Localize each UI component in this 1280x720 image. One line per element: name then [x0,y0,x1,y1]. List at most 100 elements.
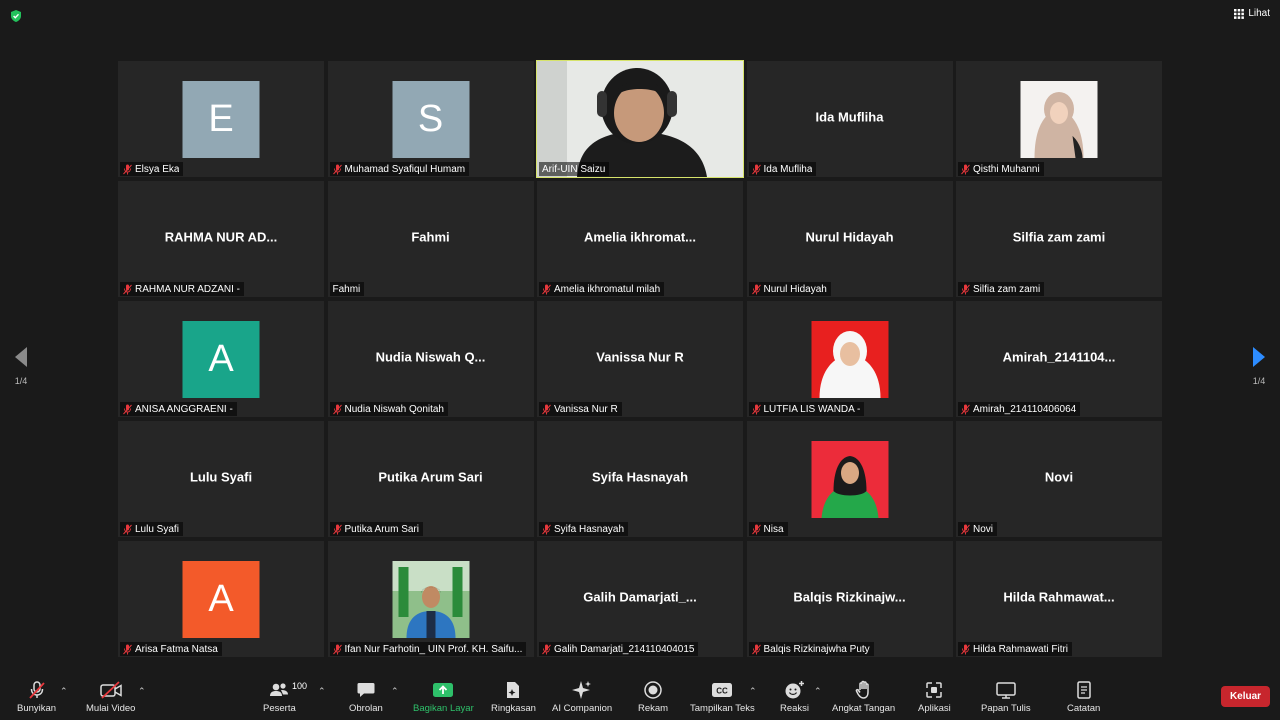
participant-nameplate: Silfia zam zami [958,282,1045,296]
participant-tile-arif-uin-saizu[interactable]: Arif-UIN Saizu [536,60,744,178]
share-screen-icon [433,683,454,697]
participant-tile-ifan-nur-farhotin-uin-prof-kh-saifu[interactable]: Ifan Nur Farhotin_ UIN Prof. KH. Saifu..… [327,541,534,657]
apps-label: Aplikasi [918,703,951,714]
participant-name: Ifan Nur Farhotin_ UIN Prof. KH. Saifu..… [344,643,523,655]
participant-tile-nudia-niswah-qonitah[interactable]: Nudia Niswah Q... Nudia Niswah Qonitah [327,301,534,417]
participant-display-name: Galih Damarjati_... [583,589,697,605]
grid-view-icon [1234,8,1245,19]
participant-display-name: Amelia ikhromat... [584,229,696,245]
participant-nameplate: Qisthi Muhanni [958,162,1044,176]
unmute-button[interactable]: Bunyikan [17,680,56,714]
participant-tile-muhamad-syafiqul-humam[interactable]: S Muhamad Syafiqul Humam [327,61,534,177]
participant-display-name: Putika Arum Sari [378,469,483,485]
ai-companion-button[interactable]: AI Companion [552,680,612,714]
chat-options-caret[interactable]: ⌃ [391,686,399,697]
chevron-left-icon [15,347,27,367]
apps-button[interactable]: Aplikasi [918,680,951,714]
video-feed [537,61,743,177]
participant-tile-arisa-fatma-natsa[interactable]: A Arisa Fatma Natsa [118,541,324,657]
reactions-button[interactable]: Reaksi [780,680,809,714]
participant-tile-novi[interactable]: Novi Novi [956,421,1162,537]
summary-icon [507,682,520,698]
next-page-button[interactable]: 1/4 [1252,346,1266,386]
participant-display-name: Amirah_2141104... [1002,349,1116,365]
participant-nameplate: Muhamad Syafiqul Humam [329,162,470,176]
view-button[interactable]: Lihat [1234,8,1270,19]
participant-nameplate: Vanissa Nur R [539,402,622,416]
chat-icon [357,683,375,697]
participant-display-name: Vanissa Nur R [596,349,684,365]
participant-tile-lutfia-lis-wanda[interactable]: LUTFIA LIS WANDA - [746,301,953,417]
participant-tile-vanissa-nur-r[interactable]: Vanissa Nur R Vanissa Nur R [537,301,743,417]
raise-hand-button[interactable]: Angkat Tangan [832,680,895,714]
participant-tile-silfia-zam-zami[interactable]: Silfia zam zami Silfia zam zami [956,181,1162,297]
leave-meeting-button[interactable]: Keluar [1221,686,1270,707]
whiteboard-button[interactable]: Papan Tulis [981,680,1031,714]
participant-name: Fahmi [332,283,361,295]
participant-tile-amelia-ikhromatul-milah[interactable]: Amelia ikhromat... Amelia ikhromatul mila… [537,181,743,297]
notes-label: Catatan [1067,703,1101,714]
participant-tile-rahma-nur-adzani[interactable]: RAHMA NUR AD... RAHMA NUR ADZANI - [118,181,324,297]
unmute-label: Bunyikan [17,703,57,714]
participant-nameplate: LUTFIA LIS WANDA - [748,402,865,416]
share-screen-button[interactable]: Bagikan Layar [413,680,474,714]
participant-nameplate: Hilda Rahmawati Fitri [958,642,1073,656]
participant-nameplate: Arisa Fatma Natsa [120,642,222,656]
video-options-caret[interactable]: ⌃ [138,686,146,697]
participant-tile-galih-damarjati-214110404015[interactable]: Galih Damarjati_... Galih Damarjati_21411… [537,541,743,657]
chat-label: Obrolan [349,703,383,714]
participant-name: Amirah_214110406064 [973,403,1077,415]
profile-photo [1020,81,1098,158]
participant-tile-lulu-syafi[interactable]: Lulu Syafi Lulu Syafi [118,421,324,537]
participant-tile-elsya-eka[interactable]: E Elsya Eka [118,61,324,177]
participant-display-name: Silfia zam zami [1012,229,1106,245]
raised-hand-icon [855,680,869,699]
microphone-muted-icon [961,284,970,294]
participants-options-caret[interactable]: ⌃ [318,686,326,697]
audio-options-caret[interactable]: ⌃ [60,686,68,697]
microphone-muted-icon [123,644,132,654]
shield-icon[interactable] [9,9,23,23]
participant-tile-nurul-hidayah[interactable]: Nurul Hidayah Nurul Hidayah [746,181,953,297]
participant-tile-qisthi-muhanni[interactable]: Qisthi Muhanni [956,61,1162,177]
participant-name: Nurul Hidayah [763,283,827,295]
participant-tile-hilda-rahmawati-fitri[interactable]: Hilda Rahmawat... Hilda Rahmawati Fitri [956,541,1162,657]
participant-tile-balqis-rizkinajwha-puty[interactable]: Balqis Rizkinajw... Balqis Rizkinajwha Pu… [746,541,953,657]
participant-display-name: RAHMA NUR AD... [164,229,278,245]
summary-button[interactable]: Ringkasan [491,680,536,714]
participant-tile-fahmi[interactable]: Fahmi Fahmi [327,181,534,297]
participants-button[interactable]: Peserta [263,680,296,714]
participant-nameplate: Balqis Rizkinajwha Puty [748,642,874,656]
chat-button[interactable]: Obrolan [349,680,383,714]
participant-tile-nisa[interactable]: Nisa [746,421,953,537]
notes-button[interactable]: Catatan [1067,680,1100,714]
microphone-muted-icon [332,164,342,174]
page-indicator-right: 1/4 [1252,376,1266,386]
participant-name: Amelia ikhromatul milah [554,283,661,295]
participant-display-name: Fahmi [411,229,450,245]
meeting-toolbar: Bunyikan ⌃ Mulai Video ⌃ Peserta 100 ⌃ O… [0,676,1280,720]
show-captions-button[interactable]: CC Tampilkan Teks [690,680,755,714]
participant-tile-syifa-hasnayah[interactable]: Syifa Hasnayah Syifa Hasnayah [537,421,743,537]
participant-name: Galih Damarjati_214110404015 [554,643,695,655]
participant-nameplate: Novi [958,522,998,536]
microphone-muted-icon [961,644,970,654]
participant-tile-anisa-anggraeni[interactable]: A ANISA ANGGRAENI - [118,301,324,417]
reactions-options-caret[interactable]: ⌃ [814,686,822,697]
participant-tile-putika-arum-sari[interactable]: Putika Arum Sari Putika Arum Sari [327,421,534,537]
participant-tile-amirah-214110406064[interactable]: Amirah_2141104... Amirah_214110406064 [956,301,1162,417]
record-label: Rekam [638,703,669,714]
previous-page-button[interactable]: 1/4 [14,346,28,386]
participant-tile-ida-mufliha[interactable]: Ida Mufliha Ida Mufliha [746,61,953,177]
microphone-muted-icon [751,164,761,174]
svg-text:CC: CC [717,687,729,696]
participant-name: Elsya Eka [135,163,180,175]
closed-captions-icon: CC [712,683,733,697]
participant-name: Putika Arum Sari [344,523,419,535]
participants-label: Peserta [263,703,296,714]
microphone-muted-icon [123,164,132,174]
participants-icon [270,683,289,696]
record-button[interactable]: Rekam [638,680,668,714]
start-video-button[interactable]: Mulai Video [86,680,135,714]
captions-options-caret[interactable]: ⌃ [749,686,757,697]
